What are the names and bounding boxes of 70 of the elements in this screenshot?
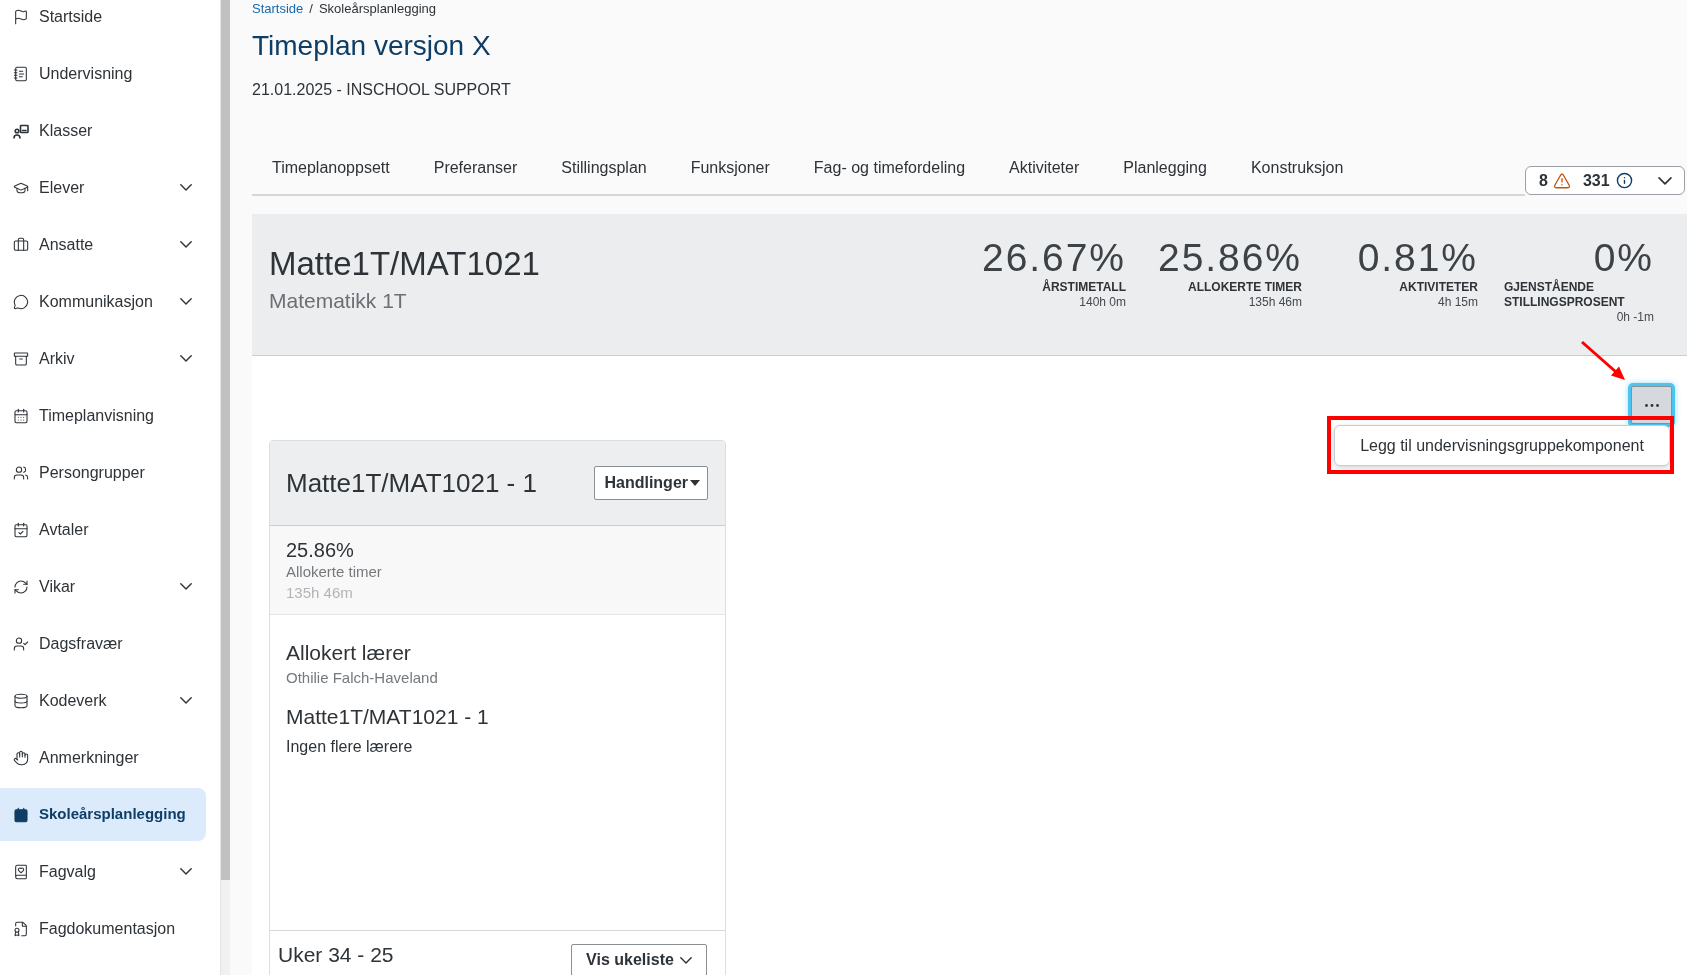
scrollbar-thumb[interactable] bbox=[221, 0, 230, 880]
chevron-down-icon bbox=[180, 241, 192, 248]
database-icon bbox=[13, 692, 29, 709]
more-icon bbox=[1644, 403, 1659, 407]
stat-value: 25.86% bbox=[1158, 236, 1302, 280]
tab[interactable]: Timeplanoppsett bbox=[252, 148, 412, 196]
chevron-down-icon bbox=[180, 184, 192, 191]
briefcase-icon bbox=[13, 236, 29, 253]
archive-box-icon bbox=[13, 350, 29, 367]
stat-detail: 140h 0m bbox=[1079, 295, 1126, 310]
tab[interactable]: Konstruksjon bbox=[1228, 148, 1366, 196]
people-icon bbox=[13, 464, 29, 481]
weeks-range: Uker 34 - 25 bbox=[278, 942, 394, 968]
chevron-down-icon bbox=[180, 697, 192, 704]
file-badge-icon bbox=[13, 920, 29, 937]
hand-icon bbox=[13, 749, 29, 766]
tab[interactable]: Fag- og timefordeling bbox=[791, 148, 988, 196]
stat-detail: 135h 46m bbox=[1248, 295, 1302, 310]
chevron-down-icon bbox=[180, 355, 192, 362]
caret-down-icon bbox=[690, 480, 700, 486]
tab[interactable]: Planlegging bbox=[1101, 148, 1229, 196]
week-list-button[interactable]: Vis ukeliste bbox=[571, 944, 707, 975]
page-subtitle: 21.01.2025 - INSCHOOL SUPPORT bbox=[252, 80, 512, 100]
stat-label: ALLOKERTE TIMER bbox=[1188, 280, 1302, 295]
allocation-value: 25.86% bbox=[286, 538, 355, 562]
speech-bubble-icon bbox=[13, 293, 29, 310]
allocation-detail: 135h 46m bbox=[286, 583, 354, 603]
chevron-down-icon bbox=[679, 956, 692, 964]
stat-detail: 0h -1m bbox=[1616, 310, 1654, 325]
flag-icon bbox=[13, 8, 29, 25]
person-check-icon bbox=[13, 635, 29, 652]
info-icon bbox=[1615, 172, 1633, 189]
chevron-down-icon bbox=[180, 298, 192, 305]
tab[interactable]: Aktiviteter bbox=[987, 148, 1102, 196]
stat-label: ÅRSTIMETALL bbox=[1042, 280, 1126, 295]
tab[interactable]: Stillingsplan bbox=[539, 148, 669, 196]
subject-code: Matte1T/MAT1021 bbox=[269, 244, 540, 284]
status-dropdown[interactable]: 8 331 bbox=[1525, 166, 1685, 195]
stat-detail: 4h 15m bbox=[1437, 295, 1478, 310]
menu-item[interactable]: Legg til undervisningsgruppekomponent bbox=[1334, 425, 1670, 466]
person-board-icon bbox=[13, 122, 29, 139]
stat-label: AKTIVITETER bbox=[1399, 280, 1478, 295]
tab[interactable]: Funksjoner bbox=[668, 148, 792, 196]
book-heart-icon bbox=[13, 863, 29, 880]
stat-value: 0% bbox=[1593, 236, 1654, 279]
actions-button[interactable]: Handlinger bbox=[594, 466, 708, 500]
breadcrumb-link[interactable]: Startside bbox=[252, 1, 304, 17]
teacher-heading: Allokert lærer bbox=[286, 640, 412, 666]
breadcrumb-separator: / bbox=[309, 1, 313, 17]
teacher-name: Othilie Falch-Haveland bbox=[286, 668, 439, 688]
chevron-down-icon bbox=[180, 868, 192, 875]
card-title: Matte1T/MAT1021 - 1 bbox=[286, 467, 537, 499]
tab[interactable]: Preferanser bbox=[411, 148, 540, 196]
other-teachers-text: Ingen flere lærere bbox=[286, 737, 414, 757]
chevron-down-icon bbox=[180, 583, 192, 590]
group-name: Matte1T/MAT1021 - 1 bbox=[286, 704, 490, 730]
sidebar-item[interactable]: Skoleårsplanlegging bbox=[0, 788, 206, 841]
calendar-icon bbox=[13, 806, 29, 823]
warning-icon bbox=[1552, 171, 1571, 190]
subject-name: Matematikk 1T bbox=[269, 288, 408, 314]
calendar-icon bbox=[13, 407, 29, 424]
refresh-icon bbox=[13, 578, 29, 595]
allocation-label: Allokerte timer bbox=[286, 562, 383, 582]
stat-label: GJENSTÅENDE STILLINGSPROSENT bbox=[1504, 280, 1626, 310]
stat-value: 26.67% bbox=[982, 236, 1126, 279]
page-title: Timeplan versjon X bbox=[252, 29, 492, 63]
notebook-icon bbox=[13, 65, 29, 82]
calendar-check-icon bbox=[13, 521, 29, 538]
breadcrumb-current: Skoleårsplanlegging bbox=[318, 1, 437, 17]
stat-value: 0.81% bbox=[1357, 236, 1478, 280]
